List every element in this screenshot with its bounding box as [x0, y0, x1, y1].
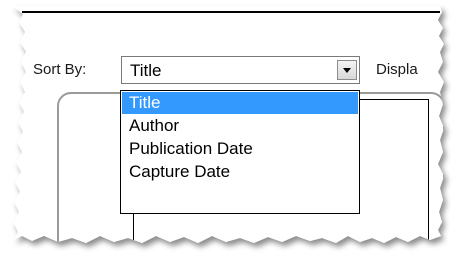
- sort-by-select[interactable]: Title: [121, 56, 360, 84]
- dropdown-option-author[interactable]: Author: [122, 115, 358, 137]
- chevron-down-icon[interactable]: [337, 60, 357, 80]
- screenshot-stage: Sort By: Title Displa Title Author Publi…: [0, 0, 458, 259]
- sort-by-label: Sort By:: [33, 61, 87, 78]
- sort-by-selected-value: Title: [130, 61, 162, 80]
- torn-paper: Sort By: Title Displa Title Author Publi…: [12, 5, 444, 243]
- dropdown-option-publication-date[interactable]: Publication Date: [122, 138, 358, 160]
- display-label: Displa: [376, 61, 418, 78]
- dropdown-option-title[interactable]: Title: [122, 92, 358, 114]
- top-divider: [22, 11, 440, 13]
- sort-by-dropdown-list: Title Author Publication Date Capture Da…: [120, 90, 360, 214]
- torn-paper-shadow: Sort By: Title Displa Title Author Publi…: [0, 0, 458, 259]
- dropdown-option-capture-date[interactable]: Capture Date: [122, 161, 358, 183]
